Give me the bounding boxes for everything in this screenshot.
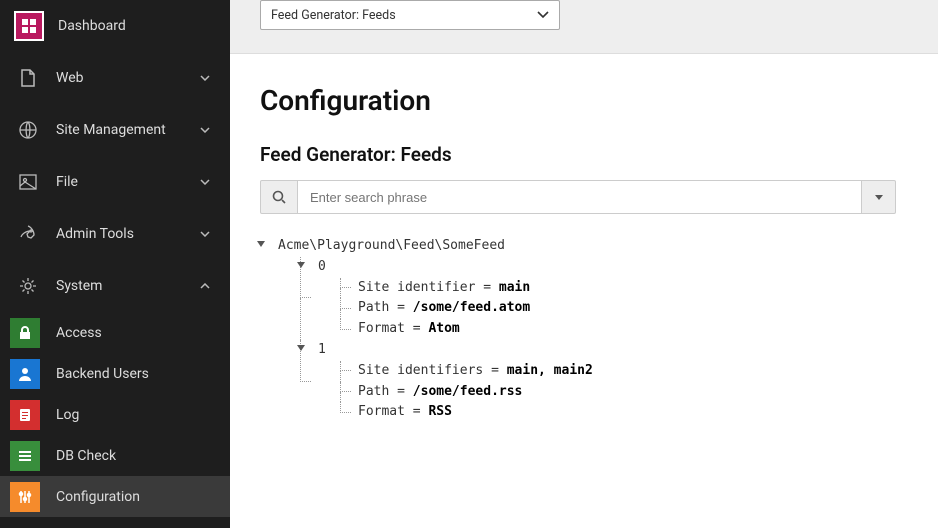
chevron-down-icon — [537, 11, 549, 19]
page-title: Configuration — [260, 84, 908, 117]
sliders-icon — [10, 482, 40, 512]
search-options-button[interactable] — [862, 180, 896, 214]
sidebar-item-dashboard[interactable]: Dashboard — [0, 0, 230, 52]
sidebar-item-system[interactable]: System — [0, 260, 230, 312]
sidebar-label: Site Management — [56, 122, 198, 138]
gear-icon — [18, 276, 38, 296]
search-icon — [272, 190, 286, 204]
topbar: Feed Generator: Feeds — [230, 0, 938, 54]
tree-index: 1 — [318, 342, 326, 357]
content: Configuration Feed Generator: Feeds Acme… — [230, 54, 938, 453]
sidebar-sub-label: Backend Users — [56, 366, 230, 382]
sidebar-sub-label: DB Check — [56, 448, 230, 464]
sidebar-sub-log[interactable]: Log — [0, 394, 230, 435]
tree-leaf: Format = RSS — [340, 402, 908, 423]
tree-toggle-icon[interactable] — [297, 262, 305, 268]
image-icon — [18, 172, 38, 192]
file-icon — [18, 68, 38, 88]
sidebar-sub-label: Configuration — [56, 489, 230, 505]
dashboard-icon — [14, 11, 44, 41]
sidebar-label: System — [56, 278, 198, 294]
sidebar-sub-label: Access — [56, 325, 230, 341]
sidebar-item-admin-tools[interactable]: Admin Tools — [0, 208, 230, 260]
config-tree: Acme\Playground\Feed\SomeFeed 0 Site ide… — [260, 236, 908, 423]
sidebar-item-web[interactable]: Web — [0, 52, 230, 104]
sidebar-label: Admin Tools — [56, 226, 198, 242]
sidebar-sub-backend-users[interactable]: Backend Users — [0, 353, 230, 394]
sidebar: Dashboard Web Site Management File Ad — [0, 0, 230, 528]
chevron-down-icon — [198, 75, 212, 81]
user-icon — [10, 359, 40, 389]
chevron-up-icon — [198, 283, 212, 289]
chevron-down-icon — [198, 179, 212, 185]
sidebar-sub-label: Log — [56, 407, 230, 423]
config-selector[interactable]: Feed Generator: Feeds — [260, 0, 560, 30]
tree-leaf: Format = Atom — [340, 319, 908, 340]
tree-toggle-icon[interactable] — [297, 345, 305, 351]
lock-icon — [10, 318, 40, 348]
search-bar — [260, 180, 896, 214]
tree-node[interactable]: 1 Site identifiers = main, main2 Path = … — [300, 340, 908, 423]
tree-root-label: Acme\Playground\Feed\SomeFeed — [278, 238, 505, 253]
tree-root[interactable]: Acme\Playground\Feed\SomeFeed 0 Site ide… — [260, 236, 908, 423]
page-subtitle: Feed Generator: Feeds — [260, 143, 908, 166]
rocket-icon — [18, 224, 38, 244]
search-button[interactable] — [260, 180, 298, 214]
chevron-down-icon — [198, 127, 212, 133]
search-input[interactable] — [298, 180, 862, 214]
tree-node[interactable]: 0 Site identifier = main Path = /some/fe… — [300, 257, 908, 340]
tree-toggle-icon[interactable] — [257, 241, 265, 247]
sidebar-label: Dashboard — [58, 18, 212, 34]
tree-leaf: Site identifier = main — [340, 278, 908, 299]
sidebar-sub-access[interactable]: Access — [0, 312, 230, 353]
sidebar-sub-db-check[interactable]: DB Check — [0, 435, 230, 476]
sidebar-label: File — [56, 174, 198, 190]
globe-icon — [18, 120, 38, 140]
sidebar-item-site-management[interactable]: Site Management — [0, 104, 230, 156]
sidebar-sub-configuration[interactable]: Configuration — [0, 476, 230, 517]
tree-index: 0 — [318, 259, 326, 274]
sidebar-item-file[interactable]: File — [0, 156, 230, 208]
sidebar-label: Web — [56, 70, 198, 86]
log-icon — [10, 400, 40, 430]
caret-down-icon — [875, 195, 883, 200]
tree-leaf: Site identifiers = main, main2 — [340, 361, 908, 382]
chevron-down-icon — [198, 231, 212, 237]
tree-leaf: Path = /some/feed.rss — [340, 382, 908, 403]
list-icon — [10, 441, 40, 471]
tree-leaf: Path = /some/feed.atom — [340, 298, 908, 319]
selector-label: Feed Generator: Feeds — [271, 8, 396, 23]
main: Feed Generator: Feeds Configuration Feed… — [230, 0, 938, 528]
